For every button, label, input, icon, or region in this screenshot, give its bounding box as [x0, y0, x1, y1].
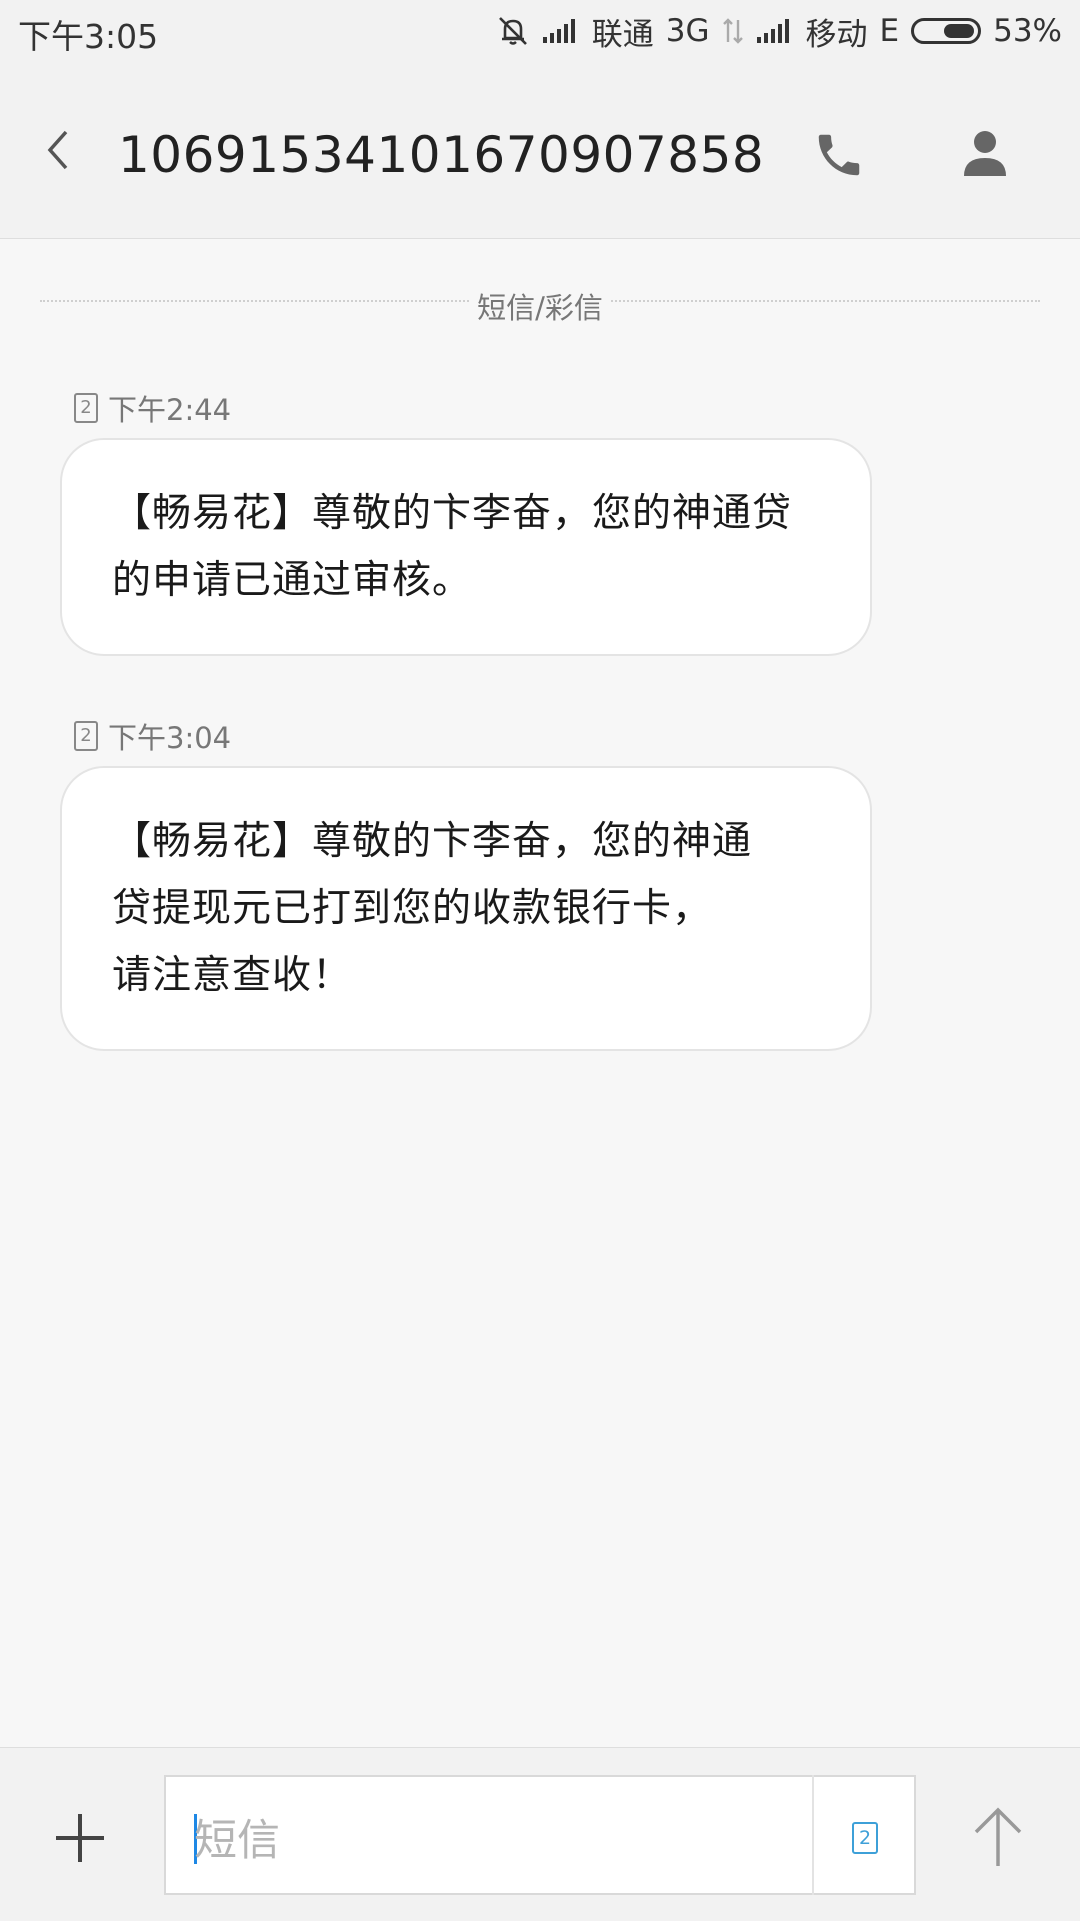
- back-button[interactable]: [36, 124, 86, 176]
- page-title: 10691534101670907858: [118, 126, 765, 184]
- battery-percent: 53%: [993, 13, 1062, 49]
- separator-label: 短信/彩信: [0, 285, 1080, 327]
- status-bar: 下午3:05 联通 3G 移动 E 53%: [0, 0, 1080, 62]
- message-time: 下午3:04: [108, 721, 232, 755]
- separator-text: 短信/彩信: [469, 291, 611, 325]
- message-time: 下午2:44: [108, 393, 232, 427]
- network2-label: E: [879, 13, 900, 49]
- sim-card-icon: 2: [74, 393, 98, 423]
- message-meta: 2 下午3:04: [74, 716, 231, 756]
- battery-icon: [911, 18, 982, 44]
- message-meta: 2 下午2:44: [74, 388, 231, 428]
- phone-icon: [818, 134, 860, 176]
- data-arrows-icon: [722, 16, 744, 46]
- mute-icon: [496, 14, 530, 48]
- send-arrow-icon: [974, 1807, 1022, 1866]
- signal-icon: [542, 18, 580, 44]
- message-bubble[interactable]: 【畅易花】尊敬的卞李奋，您的神通 贷提现元已打到您的收款银行卡， 请注意查收！: [60, 766, 872, 1051]
- sim-card-icon[interactable]: 2: [852, 1822, 878, 1854]
- contact-button[interactable]: [962, 128, 1008, 182]
- plus-icon: [56, 1814, 104, 1862]
- carrier2-label: 移动: [805, 16, 868, 53]
- person-icon: [964, 131, 1006, 176]
- conversation-header: 10691534101670907858: [0, 62, 1080, 239]
- status-time: 下午3:05: [18, 17, 159, 56]
- status-indicators: 联通 3G 移动 E 53%: [496, 10, 1062, 53]
- network1-label: 3G: [665, 13, 710, 49]
- signal-icon: [756, 18, 794, 44]
- send-button[interactable]: [970, 1804, 1026, 1870]
- message-text: 【畅易花】尊敬的卞李奋，您的神通 贷提现元已打到您的收款银行卡， 请注意查收！: [112, 819, 753, 998]
- sim-card-icon: 2: [74, 721, 98, 751]
- call-button[interactable]: [812, 128, 866, 182]
- message-bubble[interactable]: 【畅易花】尊敬的卞李奋，您的神通贷 的申请已通过审核。: [60, 438, 872, 656]
- attach-button[interactable]: [52, 1810, 108, 1866]
- message-text: 【畅易花】尊敬的卞李奋，您的神通贷 的申请已通过审核。: [112, 491, 793, 603]
- back-arrow-icon: [47, 130, 68, 170]
- compose-bar: 短信 2: [0, 1747, 1080, 1921]
- battery-fill: [944, 24, 975, 38]
- message-input-placeholder: 短信: [194, 1816, 280, 1866]
- carrier1-label: 联通: [591, 16, 654, 53]
- input-divider: [812, 1775, 814, 1895]
